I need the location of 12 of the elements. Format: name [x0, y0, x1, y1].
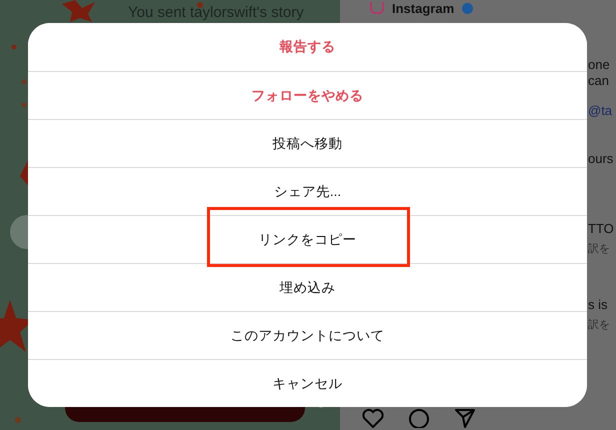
menu-item[interactable]: キャンセル — [28, 359, 587, 407]
comment-icon[interactable] — [408, 408, 430, 428]
account-name: Instagram — [392, 2, 454, 14]
post-text: 訳を — [588, 318, 611, 333]
post-text: ours — [588, 151, 614, 167]
post-text: one — [588, 57, 611, 73]
post-text: can — [588, 73, 610, 89]
post-text: s is — [588, 297, 608, 313]
post-text: TTO — [588, 221, 615, 237]
post-text: 訳を — [588, 242, 611, 257]
heart-icon[interactable] — [362, 408, 384, 428]
send-icon[interactable] — [454, 408, 476, 428]
